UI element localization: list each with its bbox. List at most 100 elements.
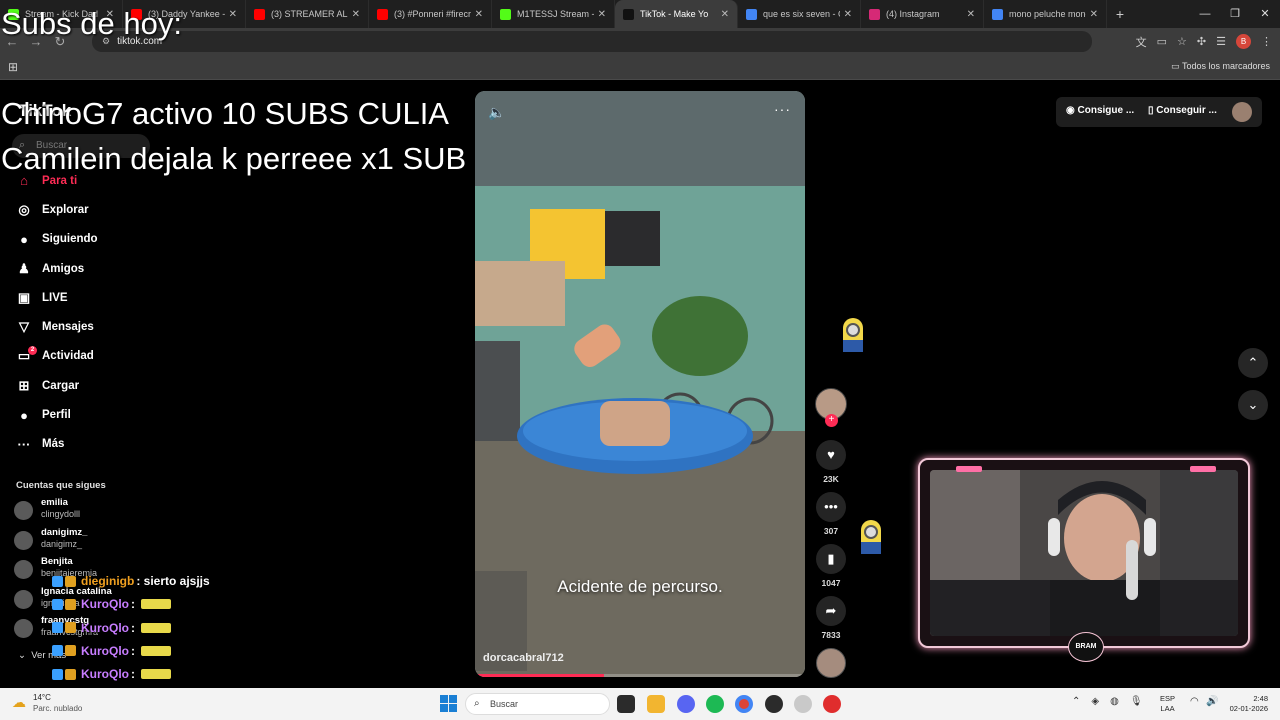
- partly-cloudy-icon: ☁: [12, 694, 26, 710]
- get-app-button[interactable]: ▯ Conseguir ...: [1148, 105, 1217, 116]
- microphone-icon[interactable]: 🎙: [1130, 696, 1143, 707]
- chat-emote-icon: [141, 645, 171, 656]
- browser-menu-icon[interactable]: ⋮: [1261, 35, 1272, 48]
- discord-icon[interactable]: [677, 695, 695, 713]
- nav-item[interactable]: ♟ Amigos: [14, 254, 98, 283]
- tray-app-icon[interactable]: ◍: [1110, 696, 1119, 707]
- chat-emote-icon: [141, 599, 171, 610]
- chat-text: :: [131, 667, 135, 682]
- browser-tab[interactable]: (3) STREAMER ALCOH ✕: [246, 0, 369, 28]
- following-header: Cuentas que sigues: [16, 480, 106, 491]
- tab-label: mono peluche mono: [1009, 9, 1086, 19]
- nav-item[interactable]: ▣ LIVE: [14, 283, 98, 312]
- tab-close-icon[interactable]: ✕: [352, 9, 360, 20]
- new-tab-button[interactable]: +: [1107, 6, 1133, 22]
- chat-badge-icon: [52, 668, 63, 680]
- chat-badge-icon: [65, 622, 76, 634]
- spotify-icon[interactable]: [706, 695, 724, 713]
- follow-plus-icon[interactable]: +: [825, 414, 838, 427]
- user-avatar[interactable]: [1232, 102, 1252, 122]
- chrome-icon[interactable]: [735, 695, 753, 713]
- action-heart[interactable]: ♥ 23K: [812, 440, 850, 484]
- chat-text: :: [131, 620, 135, 635]
- tiktok-nav: ⌂ Para ti ◎ Explorar ● Siguiendo ♟ Amigos ▣ LIVE ▽…: [14, 166, 98, 459]
- browser-tab[interactable]: que es six seven - Go ✕: [738, 0, 861, 28]
- nav-item[interactable]: ● Siguiendo: [14, 225, 98, 254]
- video-player[interactable]: 🔈 ··· Acidente de percurso. dorcacabral7…: [475, 91, 805, 677]
- tab-label: (3) STREAMER ALCOH: [271, 9, 348, 19]
- all-bookmarks-button[interactable]: ▭ Todos los marcadores: [1171, 61, 1270, 72]
- volume-icon[interactable]: 🔈: [488, 104, 505, 121]
- tab-close-icon[interactable]: ✕: [229, 9, 237, 20]
- tab-close-icon[interactable]: ✕: [598, 9, 606, 20]
- taskbar-search-input[interactable]: ⌕ Buscar: [465, 693, 610, 715]
- nav-item-label: Explorar: [42, 203, 89, 216]
- tab-label: M1TESSJ Stream - W: [517, 9, 594, 19]
- bookmark-icon: ▮: [816, 544, 846, 574]
- chat-message: KuroQlo:: [52, 621, 171, 635]
- tab-favicon-icon: [623, 8, 634, 20]
- windows-start-icon[interactable]: [440, 695, 457, 712]
- following-account[interactable]: danigimz_ danigimz_: [14, 527, 154, 555]
- clock[interactable]: 2:48 02-01-2026: [1224, 694, 1268, 714]
- cast-icon[interactable]: ▭: [1157, 35, 1167, 48]
- obs-icon[interactable]: [765, 695, 783, 713]
- profile-avatar[interactable]: B: [1236, 34, 1251, 49]
- tray-app-icon[interactable]: ◈: [1091, 696, 1099, 707]
- tab-favicon-icon: [992, 8, 1003, 20]
- friends-icon: ♟: [18, 260, 30, 276]
- browser-tab[interactable]: M1TESSJ Stream - W ✕: [492, 0, 615, 28]
- apps-grid-icon[interactable]: ⊞: [8, 60, 18, 74]
- restore-icon[interactable]: ❐: [1220, 0, 1250, 28]
- star-icon[interactable]: ☆: [1177, 35, 1187, 48]
- previous-video-button[interactable]: ⌃: [1238, 348, 1268, 378]
- nav-item[interactable]: ··· Más: [14, 430, 98, 459]
- following-account[interactable]: emilia clingydolll: [14, 497, 154, 525]
- chat-badge-icon: [65, 575, 76, 587]
- browser-tab[interactable]: (4) Instagram ✕: [861, 0, 984, 28]
- browser-tab[interactable]: mono peluche mono ✕: [984, 0, 1107, 28]
- nav-item[interactable]: ⊞ Cargar: [14, 371, 98, 400]
- nav-item-label: Mensajes: [42, 321, 94, 334]
- translate-icon[interactable]: 文: [1136, 34, 1147, 50]
- tab-close-icon[interactable]: ✕: [844, 9, 852, 20]
- video-username[interactable]: dorcacabral712: [483, 652, 564, 664]
- chat-username: KuroQlo: [81, 667, 129, 682]
- tray-chevron-icon[interactable]: ⌃: [1072, 696, 1080, 707]
- more-options-icon[interactable]: ···: [774, 101, 791, 117]
- app-icon[interactable]: [794, 695, 812, 713]
- input-language[interactable]: ESP LAA: [1160, 694, 1175, 714]
- action-bookmark[interactable]: ▮ 1047: [812, 544, 850, 588]
- nav-item[interactable]: ▽ Mensajes: [14, 312, 98, 341]
- reading-list-icon[interactable]: ☰: [1216, 35, 1226, 48]
- browser-tab[interactable]: TikTok - Make Yo ✕: [615, 0, 738, 28]
- chevron-down-icon: ⌄: [1247, 397, 1259, 412]
- nav-item[interactable]: ● Perfil: [14, 400, 98, 429]
- video-progress-fill: [475, 674, 604, 677]
- video-progress-bar[interactable]: [475, 674, 805, 677]
- recorder-icon[interactable]: [823, 695, 841, 713]
- chat-badge-icon: [52, 598, 63, 610]
- sound-avatar[interactable]: [816, 648, 846, 678]
- extensions-icon[interactable]: ✣: [1197, 35, 1206, 48]
- url-field[interactable]: ⚙ tiktok.com: [92, 31, 1092, 52]
- nav-item[interactable]: ◎ Explorar: [14, 195, 98, 224]
- tab-close-icon[interactable]: ✕: [721, 9, 729, 20]
- lang-line: ESP: [1160, 694, 1176, 703]
- get-coins-button[interactable]: ◉ Consigue ...: [1066, 105, 1134, 116]
- speaker-icon[interactable]: 🔊: [1206, 696, 1218, 707]
- tab-close-icon[interactable]: ✕: [475, 9, 483, 20]
- wifi-icon[interactable]: ◠: [1190, 696, 1199, 707]
- action-comment[interactable]: ••• 307: [812, 492, 850, 536]
- task-view-icon[interactable]: [617, 695, 635, 713]
- action-share[interactable]: ➦ 7833: [812, 596, 850, 640]
- tab-close-icon[interactable]: ✕: [1090, 9, 1098, 20]
- browser-tab[interactable]: (3) #Ponneri #firecrac ✕: [369, 0, 492, 28]
- tab-close-icon[interactable]: ✕: [967, 9, 975, 20]
- close-window-icon[interactable]: ✕: [1250, 0, 1280, 28]
- next-video-button[interactable]: ⌄: [1238, 390, 1268, 420]
- nav-item[interactable]: ▭ Actividad 2: [14, 342, 98, 371]
- file-explorer-icon[interactable]: [647, 695, 665, 713]
- minimize-icon[interactable]: —: [1190, 0, 1220, 28]
- chat-username: KuroQlo: [81, 643, 129, 658]
